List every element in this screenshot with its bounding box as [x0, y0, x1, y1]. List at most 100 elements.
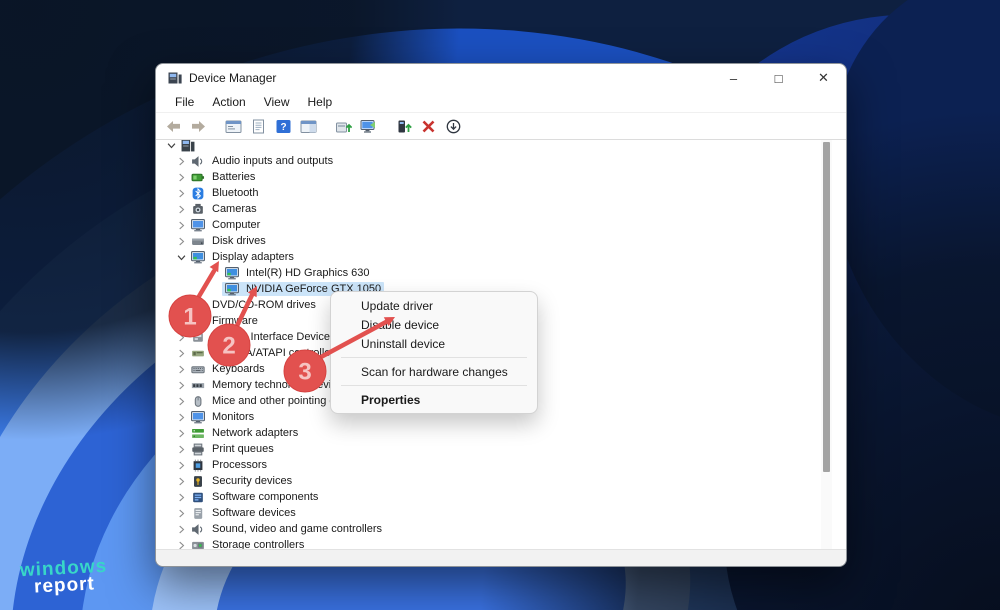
chevron-right-icon[interactable] — [174, 523, 188, 535]
software-component-icon — [191, 491, 205, 503]
chevron-right-icon[interactable] — [174, 171, 188, 183]
chevron-right-icon[interactable] — [174, 395, 188, 407]
menu-view[interactable]: View — [255, 93, 299, 111]
tree-item-cameras[interactable]: Cameras — [156, 201, 846, 217]
keyboard-icon — [191, 363, 205, 375]
chevron-right-icon[interactable] — [174, 443, 188, 455]
tree-item-computer[interactable]: Computer — [156, 217, 846, 233]
chevron-right-icon[interactable] — [174, 347, 188, 359]
monitor-chat-icon — [360, 119, 377, 134]
cpu-icon — [191, 459, 205, 472]
tree-item-security-devices[interactable]: Security devices — [156, 473, 846, 489]
chevron-right-icon[interactable] — [174, 155, 188, 167]
svg-text:?: ? — [280, 122, 286, 133]
tree-item-audio-inputs-and-outputs[interactable]: Audio inputs and outputs — [156, 153, 846, 169]
context-menu-item-update-driver[interactable]: Update driver — [331, 296, 537, 315]
tree-item-label: Batteries — [212, 171, 256, 183]
scan-hardware-icon — [335, 119, 352, 134]
forward-button[interactable] — [187, 116, 209, 136]
chevron-right-icon[interactable] — [174, 299, 188, 311]
context-menu-item-properties[interactable]: Properties — [331, 390, 537, 409]
context-menu-item-uninstall-device[interactable]: Uninstall device — [331, 334, 537, 353]
mouse-icon — [191, 395, 205, 407]
help-icon: ? — [275, 119, 292, 134]
properties-button[interactable] — [247, 116, 269, 136]
ide-controller-icon — [191, 347, 205, 359]
chevron-right-icon[interactable] — [174, 459, 188, 471]
chevron-right-icon[interactable] — [174, 411, 188, 423]
maximize-button[interactable]: □ — [756, 64, 801, 92]
tree-item-network-adapters[interactable]: Network adapters — [156, 425, 846, 441]
monitor-icon — [191, 218, 205, 231]
disable-device-button[interactable] — [442, 116, 464, 136]
printer-icon — [191, 443, 205, 455]
disk-drive-icon — [191, 235, 205, 247]
minimize-button[interactable]: – — [711, 64, 756, 92]
tree-item-batteries[interactable]: Batteries — [156, 169, 846, 185]
close-button[interactable]: ✕ — [801, 64, 846, 92]
tree-item-software-components[interactable]: Software components — [156, 489, 846, 505]
tree-item-intel-r-hd-graphics-630[interactable]: Intel(R) HD Graphics 630 — [156, 265, 846, 281]
chevron-right-icon[interactable] — [174, 235, 188, 247]
chevron-right-icon[interactable] — [174, 379, 188, 391]
help-button[interactable]: ? — [272, 116, 294, 136]
chevron-down-icon[interactable] — [164, 140, 178, 151]
memory-icon — [191, 379, 205, 391]
status-bar — [156, 549, 846, 566]
uninstall-device-button[interactable] — [417, 116, 439, 136]
back-button[interactable] — [162, 116, 184, 136]
speaker-icon — [191, 523, 205, 535]
tree-item-label: Print queues — [212, 443, 274, 455]
chevron-right-icon[interactable] — [174, 491, 188, 503]
tree-item-label: Keyboards — [212, 363, 265, 375]
tree-item-label: Audio inputs and outputs — [212, 155, 334, 167]
firmware-chip-icon — [191, 315, 205, 327]
tree-item-label: Intel(R) HD Graphics 630 — [246, 267, 370, 279]
tree-item-software-devices[interactable]: Software devices — [156, 505, 846, 521]
tree-item-bluetooth[interactable]: Bluetooth — [156, 185, 846, 201]
menu-action[interactable]: Action — [203, 93, 254, 111]
chevron-right-icon[interactable] — [174, 315, 188, 327]
tree-item-label: Software devices — [212, 507, 296, 519]
panel-view-button[interactable] — [297, 116, 319, 136]
document-icon — [250, 119, 267, 134]
gpu-icon — [191, 250, 205, 263]
tree-item-label: Disk drives — [212, 235, 266, 247]
chevron-right-icon[interactable] — [174, 427, 188, 439]
update-driver-button[interactable] — [392, 116, 414, 136]
console-tree-button[interactable] — [222, 116, 244, 136]
menu-file[interactable]: File — [166, 93, 203, 111]
tree-item-processors[interactable]: Processors — [156, 457, 846, 473]
disable-down-arrow-icon — [445, 119, 462, 134]
chevron-right-icon[interactable] — [174, 363, 188, 375]
chevron-right-icon[interactable] — [174, 187, 188, 199]
chevron-right-icon[interactable] — [174, 331, 188, 343]
tree-item-computer-root[interactable] — [156, 140, 846, 153]
chevron-down-icon[interactable] — [174, 251, 188, 263]
tree-item-sound-video-and-game-controllers[interactable]: Sound, video and game controllers — [156, 521, 846, 537]
tree-item-print-queues[interactable]: Print queues — [156, 441, 846, 457]
back-icon — [165, 119, 182, 134]
chevron-right-icon[interactable] — [174, 475, 188, 487]
tree-item-label: Software components — [212, 491, 319, 503]
chevron-right-icon[interactable] — [174, 203, 188, 215]
scan-hardware-changes-button[interactable] — [332, 116, 354, 136]
scrollbar-thumb[interactable] — [823, 142, 830, 472]
device-manager-icon — [168, 72, 182, 85]
tree-item-label: Computer — [212, 219, 261, 231]
tree-item-disk-drives[interactable]: Disk drives — [156, 233, 846, 249]
panel-window-icon — [300, 119, 317, 134]
chevron-right-icon[interactable] — [174, 507, 188, 519]
tree-item-display-adapters[interactable]: Display adapters — [156, 249, 846, 265]
security-icon — [191, 475, 205, 487]
computers-view-button[interactable] — [357, 116, 379, 136]
battery-icon — [191, 171, 205, 183]
context-menu-item-scan-for-hardware-changes[interactable]: Scan for hardware changes — [331, 362, 537, 381]
gpu-icon — [225, 282, 239, 295]
menu-help[interactable]: Help — [299, 93, 342, 111]
context-menu-item-disable-device[interactable]: Disable device — [331, 315, 537, 334]
speaker-icon — [191, 155, 205, 167]
vertical-scrollbar[interactable] — [821, 140, 832, 551]
chevron-right-icon[interactable] — [174, 219, 188, 231]
disc-icon — [191, 298, 205, 312]
